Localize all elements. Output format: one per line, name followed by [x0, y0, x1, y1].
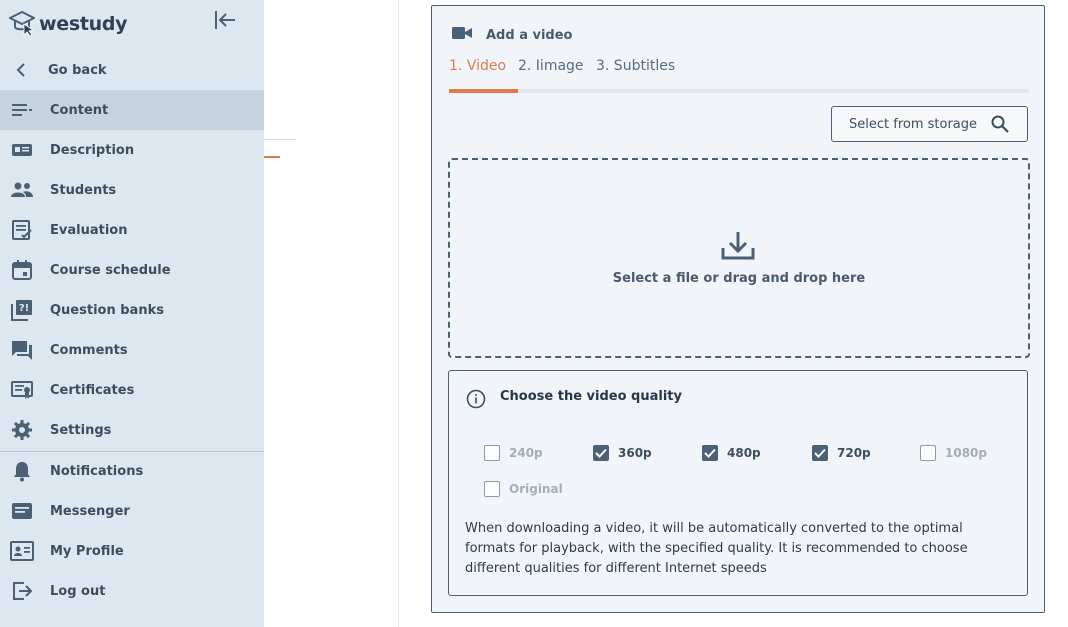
- video-quality-section: Choose the video quality 240p 360p 480p …: [448, 370, 1028, 596]
- sidebar-item-label: Evaluation: [50, 222, 128, 238]
- id-card-icon: [10, 139, 34, 161]
- comment-icon: [10, 339, 34, 361]
- search-icon: [991, 115, 1009, 137]
- quality-checkbox-original[interactable]: Original: [484, 481, 563, 497]
- dropzone-label: Select a file or drag and drop here: [612, 271, 866, 286]
- background-accent-line: [264, 156, 280, 158]
- sidebar-item-certificates[interactable]: Certificates: [0, 370, 264, 410]
- download-icon: [720, 230, 756, 266]
- svg-text:?!: ?!: [19, 303, 29, 314]
- checklist-icon: [10, 219, 34, 241]
- sidebar-item-my-profile[interactable]: My Profile: [0, 531, 264, 571]
- checkbox-box: [702, 445, 718, 461]
- tab-image[interactable]: 2. Iimage: [518, 58, 584, 74]
- collapse-left-icon: [213, 9, 237, 35]
- checkmark-icon: [814, 448, 826, 458]
- select-from-storage-button[interactable]: Select from storage: [831, 106, 1028, 142]
- quality-checkbox-1080p[interactable]: 1080p: [920, 445, 987, 461]
- sidebar-item-label: Question banks: [50, 302, 164, 318]
- panel-header: Add a video: [451, 25, 572, 45]
- sidebar-item-label: Log out: [50, 583, 106, 599]
- sidebar-item-label: Description: [50, 142, 135, 158]
- checkbox-box: [593, 445, 609, 461]
- checkbox-label: 240p: [509, 446, 543, 460]
- checkbox-label: 480p: [727, 446, 761, 460]
- storage-button-label: Select from storage: [849, 116, 978, 132]
- question-bank-icon: ?!: [10, 299, 34, 321]
- gear-icon: [10, 419, 34, 441]
- sidebar-item-label: My Profile: [50, 543, 124, 559]
- checkbox-box: [812, 445, 828, 461]
- sidebar-item-label: Course schedule: [50, 262, 171, 278]
- tab-subtitles[interactable]: 3. Subtitles: [596, 58, 675, 74]
- calendar-icon: [10, 259, 34, 281]
- message-icon: [10, 500, 34, 522]
- sidebar-item-label: Certificates: [50, 382, 135, 398]
- certificate-icon: [10, 379, 34, 401]
- quality-checkbox-480p[interactable]: 480p: [702, 445, 761, 461]
- tab-video[interactable]: 1. Video: [449, 58, 506, 74]
- sidebar-item-comments[interactable]: Comments: [0, 330, 264, 370]
- sidebar-item-label: Notifications: [50, 463, 144, 479]
- sidebar-item-description[interactable]: Description: [0, 130, 264, 170]
- sidebar-item-label: Students: [50, 182, 117, 198]
- sidebar-item-content[interactable]: Content: [0, 90, 264, 130]
- sidebar-item-label: Messenger: [50, 503, 130, 519]
- tab-track: [449, 89, 1029, 93]
- sidebar: westudy Go back Content Description Stud…: [0, 0, 264, 627]
- video-camera-icon: [451, 25, 473, 45]
- sidebar-item-notifications[interactable]: Notifications: [0, 451, 264, 491]
- sidebar-item-students[interactable]: Students: [0, 170, 264, 210]
- upload-tabs: 1. Video 2. Iimage 3. Subtitles: [449, 58, 1029, 96]
- checkbox-box: [920, 445, 936, 461]
- add-video-panel: Add a video 1. Video 2. Iimage 3. Subtit…: [431, 5, 1045, 613]
- tab-active-indicator: [449, 89, 518, 93]
- list-icon: [10, 99, 34, 121]
- logout-icon: [10, 580, 34, 602]
- quality-checkbox-720p[interactable]: 720p: [812, 445, 871, 461]
- background-divider: [264, 139, 296, 140]
- logo[interactable]: westudy: [8, 8, 128, 40]
- panel-title: Add a video: [486, 27, 573, 43]
- info-icon: [466, 389, 486, 413]
- chevron-left-icon: [10, 59, 34, 81]
- checkbox-box: [484, 481, 500, 497]
- logo-text: westudy: [39, 13, 128, 35]
- graduation-cap-icon: [8, 8, 36, 40]
- file-dropzone[interactable]: Select a file or drag and drop here: [448, 158, 1030, 358]
- quality-checkbox-240p[interactable]: 240p: [484, 445, 543, 461]
- bell-icon: [10, 460, 34, 482]
- sidebar-item-messenger[interactable]: Messenger: [0, 491, 264, 531]
- sidebar-item-log-out[interactable]: Log out: [0, 571, 264, 611]
- sidebar-item-label: Content: [50, 102, 109, 118]
- checkbox-label: Original: [509, 482, 563, 496]
- checkmark-icon: [704, 448, 716, 458]
- checkbox-label: 720p: [837, 446, 871, 460]
- sidebar-item-question-banks[interactable]: ?! Question banks: [0, 290, 264, 330]
- content-divider: [398, 0, 399, 627]
- quality-checkbox-360p[interactable]: 360p: [593, 445, 652, 461]
- collapse-sidebar-button[interactable]: [212, 10, 238, 34]
- sidebar-item-label: Settings: [50, 422, 112, 438]
- sidebar-item-evaluation[interactable]: Evaluation: [0, 210, 264, 250]
- checkbox-label: 360p: [618, 446, 652, 460]
- sidebar-item-course-schedule[interactable]: Course schedule: [0, 250, 264, 290]
- sidebar-item-go-back[interactable]: Go back: [0, 50, 264, 90]
- sidebar-item-label: Comments: [50, 342, 128, 358]
- quality-description: When downloading a video, it will be aut…: [465, 521, 968, 576]
- checkmark-icon: [595, 448, 607, 458]
- sidebar-item-label: Go back: [48, 62, 107, 78]
- sidebar-item-settings[interactable]: Settings: [0, 410, 264, 450]
- checkbox-box: [484, 445, 500, 461]
- people-icon: [10, 179, 34, 201]
- profile-icon: [10, 540, 34, 562]
- quality-title: Choose the video quality: [500, 389, 682, 404]
- checkbox-label: 1080p: [945, 446, 987, 460]
